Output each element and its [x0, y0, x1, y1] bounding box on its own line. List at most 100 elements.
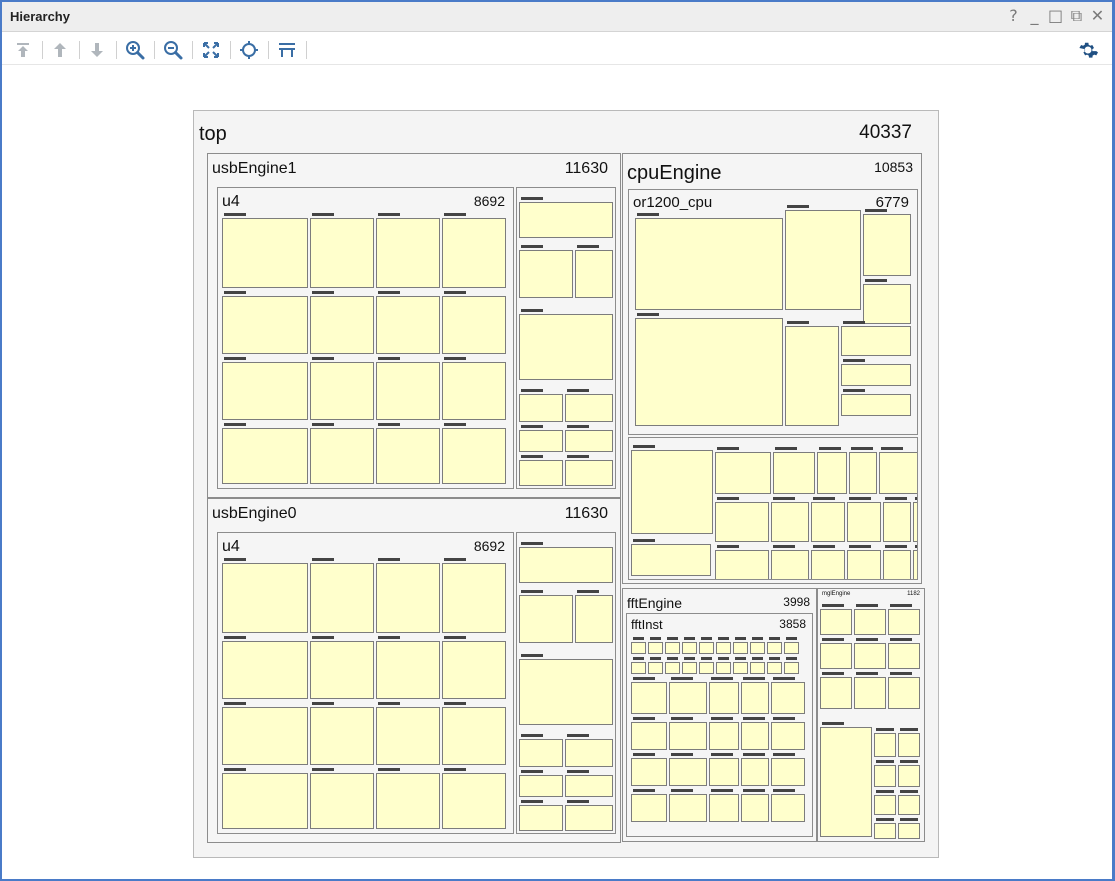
leaf-cell[interactable]: [376, 362, 440, 420]
node-usbEngine1[interactable]: usbEngine1 11630 u4 8692: [207, 153, 621, 498]
leaf-cell[interactable]: [669, 794, 707, 822]
leaf-cell[interactable]: [849, 452, 877, 494]
leaf-cell[interactable]: [376, 641, 440, 699]
leaf-cell[interactable]: [750, 642, 765, 654]
leaf-cell[interactable]: [631, 682, 667, 714]
leaf-cell[interactable]: [376, 428, 440, 484]
arrow-up-icon[interactable]: [49, 39, 71, 61]
leaf-cell[interactable]: [820, 677, 852, 709]
leaf-cell[interactable]: [771, 722, 805, 750]
leaf-cell[interactable]: [771, 550, 809, 579]
leaf-cell[interactable]: [376, 218, 440, 288]
crosshair-icon[interactable]: [238, 39, 260, 61]
leaf-cell[interactable]: [879, 452, 917, 494]
leaf-cell[interactable]: [820, 727, 872, 837]
hierarchy-treemap[interactable]: top 40337 usbEngine1 11630 u4 8692 usbEn…: [193, 110, 939, 858]
leaf-cell[interactable]: [635, 318, 783, 426]
leaf-cell[interactable]: [682, 662, 697, 674]
leaf-cell[interactable]: [669, 758, 707, 786]
node-usbEngine1-u4[interactable]: u4 8692: [217, 187, 514, 489]
help-icon[interactable]: ?: [1005, 6, 1022, 26]
leaf-cell[interactable]: [854, 609, 886, 635]
leaf-cell[interactable]: [310, 641, 374, 699]
leaf-cell[interactable]: [847, 502, 881, 542]
leaf-cell[interactable]: [222, 773, 308, 829]
leaf-cell[interactable]: [519, 739, 563, 767]
leaf-cell[interactable]: [771, 502, 809, 542]
leaf-cell[interactable]: [631, 722, 667, 750]
leaf-cell[interactable]: [519, 659, 613, 725]
gear-icon[interactable]: [1076, 38, 1100, 62]
float-icon[interactable]: ⧉: [1068, 6, 1085, 26]
leaf-cell[interactable]: [648, 642, 663, 654]
leaf-cell[interactable]: [750, 662, 765, 674]
leaf-cell[interactable]: [820, 609, 852, 635]
leaf-cell[interactable]: [222, 563, 308, 633]
leaf-cell[interactable]: [863, 214, 911, 276]
leaf-cell[interactable]: [715, 452, 771, 494]
leaf-cell[interactable]: [898, 765, 920, 787]
leaf-cell[interactable]: [631, 642, 646, 654]
leaf-cell[interactable]: [565, 460, 613, 486]
leaf-cell[interactable]: [682, 642, 697, 654]
leaf-cell[interactable]: [811, 502, 845, 542]
arrow-to-top-icon[interactable]: [12, 39, 34, 61]
close-icon[interactable]: ✕: [1089, 6, 1106, 26]
node-usbEngine0-side[interactable]: [516, 532, 616, 834]
leaf-cell[interactable]: [222, 218, 308, 288]
leaf-cell[interactable]: [222, 641, 308, 699]
leaf-cell[interactable]: [442, 218, 506, 288]
leaf-cell[interactable]: [519, 775, 563, 797]
leaf-cell[interactable]: [709, 722, 739, 750]
node-usbEngine1-side[interactable]: [516, 187, 616, 489]
leaf-cell[interactable]: [773, 452, 815, 494]
leaf-cell[interactable]: [817, 452, 847, 494]
leaf-cell[interactable]: [310, 362, 374, 420]
leaf-cell[interactable]: [222, 428, 308, 484]
zoom-fit-icon[interactable]: [200, 39, 222, 61]
leaf-cell[interactable]: [785, 210, 861, 310]
leaf-cell[interactable]: [820, 643, 852, 669]
node-cpuEngine-rest[interactable]: [628, 437, 918, 580]
leaf-cell[interactable]: [883, 502, 911, 542]
leaf-cell[interactable]: [699, 662, 714, 674]
leaf-cell[interactable]: [519, 394, 563, 422]
leaf-cell[interactable]: [310, 563, 374, 633]
leaf-cell[interactable]: [741, 722, 769, 750]
leaf-cell[interactable]: [709, 682, 739, 714]
leaf-cell[interactable]: [784, 642, 799, 654]
leaf-cell[interactable]: [784, 662, 799, 674]
node-or1200_cpu[interactable]: or1200_cpu 6779: [628, 189, 918, 435]
leaf-cell[interactable]: [442, 296, 506, 354]
leaf-cell[interactable]: [442, 428, 506, 484]
leaf-cell[interactable]: [733, 642, 748, 654]
leaf-cell[interactable]: [565, 805, 613, 831]
minimize-icon[interactable]: _: [1026, 6, 1043, 26]
leaf-cell[interactable]: [874, 765, 896, 787]
node-usbEngine0[interactable]: usbEngine0 11630 u4 8692: [207, 498, 621, 843]
leaf-cell[interactable]: [442, 641, 506, 699]
leaf-cell[interactable]: [741, 794, 769, 822]
leaf-cell[interactable]: [519, 250, 573, 298]
leaf-cell[interactable]: [771, 794, 805, 822]
leaf-cell[interactable]: [874, 823, 896, 839]
leaf-cell[interactable]: [898, 733, 920, 757]
leaf-cell[interactable]: [888, 677, 920, 709]
leaf-cell[interactable]: [519, 314, 613, 380]
leaf-cell[interactable]: [874, 733, 896, 757]
leaf-cell[interactable]: [715, 550, 769, 579]
leaf-cell[interactable]: [665, 662, 680, 674]
node-usbEngine0-u4[interactable]: u4 8692: [217, 532, 514, 834]
leaf-cell[interactable]: [841, 326, 911, 356]
zoom-out-icon[interactable]: [162, 39, 184, 61]
leaf-cell[interactable]: [847, 550, 881, 579]
leaf-cell[interactable]: [631, 758, 667, 786]
leaf-cell[interactable]: [631, 794, 667, 822]
leaf-cell[interactable]: [442, 563, 506, 633]
leaf-cell[interactable]: [716, 662, 731, 674]
leaf-cell[interactable]: [785, 326, 839, 426]
leaf-cell[interactable]: [715, 502, 769, 542]
leaf-cell[interactable]: [767, 642, 782, 654]
leaf-cell[interactable]: [631, 544, 711, 576]
leaf-cell[interactable]: [898, 795, 920, 815]
